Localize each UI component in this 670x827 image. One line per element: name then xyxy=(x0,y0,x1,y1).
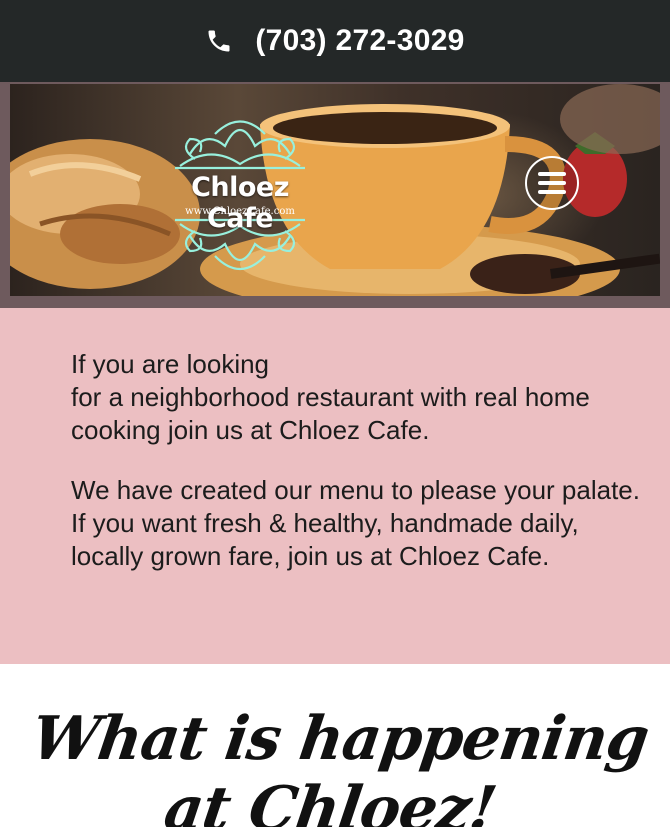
logo-url: www.ChloezCafe.com xyxy=(185,206,295,217)
hero-image: Chloez Cafe www.ChloezCafe.com xyxy=(10,84,660,296)
site-logo[interactable]: Chloez Cafe www.ChloezCafe.com xyxy=(158,118,322,268)
intro-text: If you are looking for a neighborhood re… xyxy=(71,348,651,600)
intro-paragraph-1: If you are looking for a neighborhood re… xyxy=(71,348,651,447)
phone-number: (703) 272-3029 xyxy=(255,24,465,57)
happening-section: What is happening at Chloez! xyxy=(0,664,670,827)
hamburger-menu-icon xyxy=(538,172,566,194)
intro-paragraph-1-line-2: for a neighborhood restaurant with real … xyxy=(71,382,590,445)
intro-section: If you are looking for a neighborhood re… xyxy=(0,308,670,664)
menu-toggle-button[interactable] xyxy=(525,156,579,210)
intro-paragraph-1-line-1: If you are looking xyxy=(71,349,270,379)
header-banner: Chloez Cafe www.ChloezCafe.com xyxy=(0,82,670,308)
happening-heading: What is happening at Chloez! xyxy=(27,704,653,827)
intro-paragraph-2: We have created our menu to please your … xyxy=(71,475,640,571)
phone-link[interactable]: (703) 272-3029 xyxy=(205,24,464,58)
phone-icon xyxy=(205,27,233,55)
top-contact-bar: (703) 272-3029 xyxy=(0,0,670,82)
logo-title: Chloez Cafe xyxy=(191,172,289,234)
